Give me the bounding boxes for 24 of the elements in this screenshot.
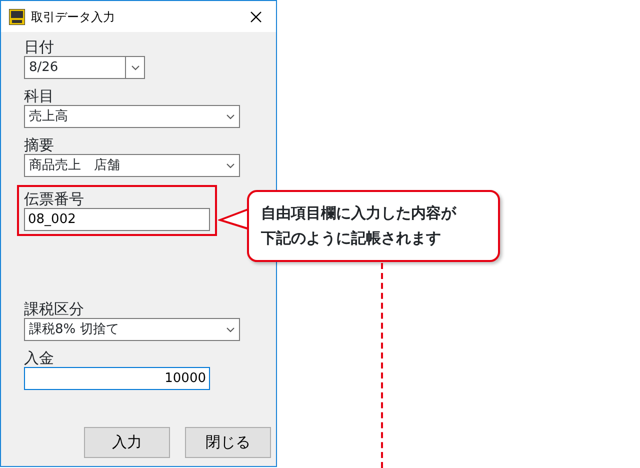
field-label: 入金 bbox=[24, 349, 55, 367]
dropdown[interactable]: 課税8% 切捨て bbox=[24, 318, 240, 341]
dropdown[interactable]: 商品売上 店舗 bbox=[24, 154, 240, 177]
app-icon bbox=[9, 8, 25, 24]
callout-text: 自由項目欄に入力した内容が bbox=[261, 203, 458, 224]
field-label: 摘要 bbox=[24, 136, 55, 154]
dropdown[interactable]: 売上高 bbox=[24, 105, 240, 128]
chevron-down-icon bbox=[226, 326, 235, 332]
window-title: 取引データ入力 bbox=[31, 8, 116, 26]
field-label: 課税区分 bbox=[24, 300, 85, 318]
dialog-button[interactable]: 入力 bbox=[84, 427, 170, 458]
dialog-button[interactable]: 閉じる bbox=[185, 427, 271, 458]
close-icon bbox=[250, 10, 262, 23]
dropdown-value: 8/26 bbox=[29, 58, 58, 77]
callout-text: 下記のように記帳されます bbox=[261, 228, 442, 249]
date-dropdown[interactable]: 8/26 bbox=[24, 56, 145, 79]
field-label: 科目 bbox=[24, 87, 55, 105]
chevron-down-icon bbox=[226, 162, 235, 168]
input-field[interactable]: 08_002 bbox=[24, 208, 210, 231]
chevron-down-icon bbox=[226, 114, 235, 120]
chevron-down-icon bbox=[130, 64, 140, 70]
field-label: 日付 bbox=[24, 38, 55, 56]
field-label: 伝票番号 bbox=[24, 190, 85, 208]
input-field[interactable]: 10000 bbox=[24, 367, 210, 390]
